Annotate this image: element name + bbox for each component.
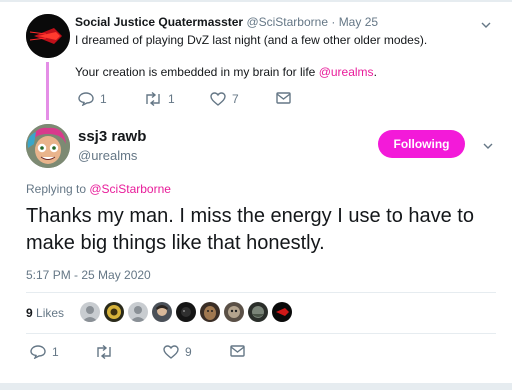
liker-avatar[interactable] <box>176 302 196 322</box>
likes-label: Likes <box>36 306 65 320</box>
liker-avatar[interactable] <box>80 302 100 322</box>
tweet-text: Thanks my man. I miss the energy I use t… <box>26 205 474 254</box>
liker-avatar[interactable] <box>104 302 124 322</box>
liker-avatar[interactable] <box>152 302 172 322</box>
likes-summary[interactable]: 9 Likes <box>26 306 64 320</box>
retweet-button[interactable] <box>95 345 119 359</box>
following-button[interactable]: Following <box>378 130 465 158</box>
mention-link[interactable]: @urealms <box>319 65 374 79</box>
replying-to-label: Replying to <box>26 182 90 196</box>
parent-header: Social Justice Quatermasster @SciStarbor… <box>75 15 378 29</box>
bottom-divider <box>0 383 512 390</box>
divider <box>26 333 496 334</box>
divider <box>26 292 496 293</box>
replying-to-mention[interactable]: @SciStarborne <box>89 182 171 196</box>
parent-retweet-count: 1 <box>168 92 175 106</box>
main-author-name[interactable]: ssj3 rawb <box>78 128 146 145</box>
chevron-down-icon[interactable] <box>480 19 492 31</box>
tweet-timestamp[interactable]: 5:17 PM - 25 May 2020 <box>26 268 151 282</box>
dm-icon <box>276 92 291 104</box>
liker-avatar[interactable] <box>128 302 148 322</box>
parent-date[interactable]: May 25 <box>339 15 378 29</box>
dm-icon <box>230 345 245 357</box>
chevron-down-icon[interactable] <box>482 140 494 152</box>
reply-icon <box>78 92 94 106</box>
top-divider <box>0 0 512 2</box>
liker-avatar[interactable] <box>248 302 268 322</box>
dm-button[interactable] <box>230 345 251 357</box>
replying-to: Replying to @SciStarborne <box>26 182 171 196</box>
liker-avatar[interactable] <box>200 302 220 322</box>
thread-line <box>46 62 49 120</box>
main-author-handle[interactable]: @urealms <box>78 148 137 163</box>
reply-icon <box>30 345 46 359</box>
separator-dot: · <box>331 15 336 29</box>
like-count: 9 <box>185 345 192 359</box>
parent-text-line2-prefix: Your creation is embedded in my brain fo… <box>75 65 319 79</box>
parent-dm-button[interactable] <box>276 92 297 104</box>
parent-author-name[interactable]: Social Justice Quatermasster <box>75 15 243 29</box>
parent-avatar[interactable] <box>26 14 70 58</box>
parent-reply-count: 1 <box>100 92 107 106</box>
reply-count: 1 <box>52 345 59 359</box>
retweet-icon <box>97 345 111 359</box>
reply-button[interactable]: 1 <box>30 345 59 359</box>
parent-reply-button[interactable]: 1 <box>78 92 107 106</box>
liker-avatar[interactable] <box>224 302 244 322</box>
main-avatar[interactable] <box>26 124 70 168</box>
parent-text-line2: Your creation is embedded in my brain fo… <box>75 65 377 79</box>
heart-icon <box>210 92 226 106</box>
retweet-icon <box>146 92 160 106</box>
heart-icon <box>163 345 179 359</box>
parent-like-button[interactable]: 7 <box>210 92 239 106</box>
liker-avatar[interactable] <box>272 302 292 322</box>
parent-author-handle[interactable]: @SciStarborne <box>246 15 328 29</box>
likes-count: 9 <box>26 306 33 320</box>
parent-retweet-button[interactable]: 1 <box>144 92 175 106</box>
parent-like-count: 7 <box>232 92 239 106</box>
like-button[interactable]: 9 <box>163 345 192 359</box>
parent-text-line1: I dreamed of playing DvZ last night (and… <box>75 33 428 47</box>
parent-text-line2-suffix: . <box>373 65 377 79</box>
